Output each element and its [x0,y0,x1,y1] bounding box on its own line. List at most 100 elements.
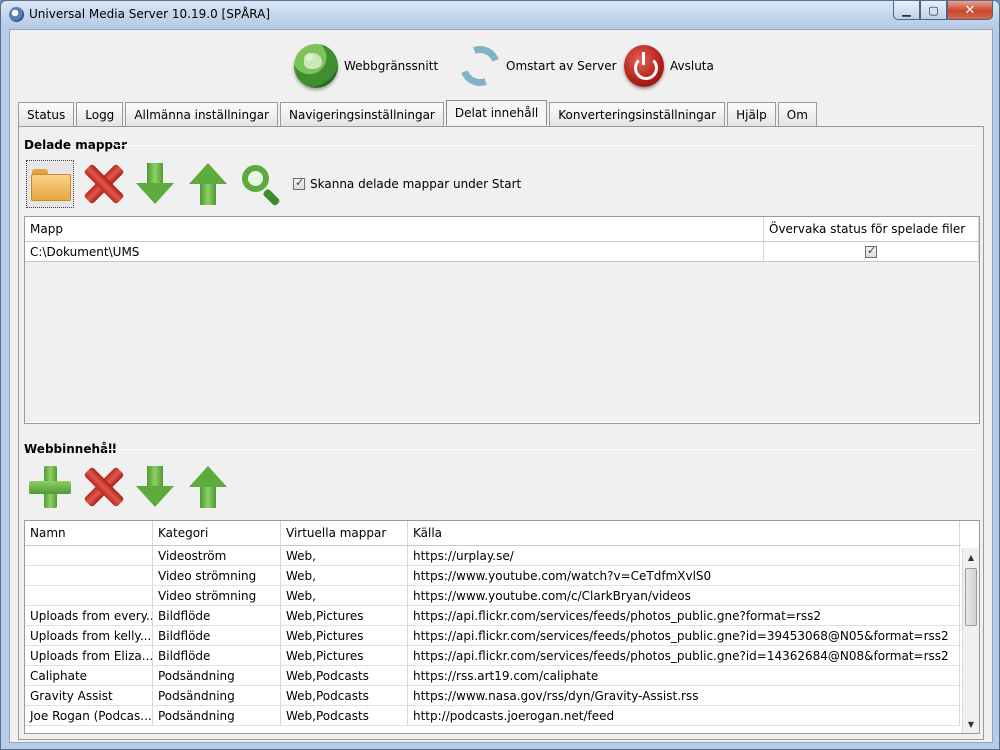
source-cell[interactable]: https://www.nasa.gov/rss/dyn/Gravity-Ass… [408,686,960,705]
table-row[interactable]: Gravity Assist Podsändning Web,Podcasts htt… [25,686,961,706]
table-row[interactable]: Videoström Web, https://urplay.se/ [25,546,961,566]
table-row[interactable]: C:\Dokument\UMS [25,242,979,262]
table-row[interactable]: Uploads from every... Bildflöde Web,Pictur… [25,606,961,626]
delete-x-icon [82,163,124,205]
virtual-folders-cell[interactable]: Web,Pictures [281,626,408,645]
category-cell[interactable]: Video strömning [153,586,281,605]
window-title: Universal Media Server 10.19.0 [SPÅRA] [29,7,271,21]
add-folder-button[interactable] [26,160,74,208]
close-button[interactable]: ✕ [947,1,993,20]
source-cell[interactable]: https://api.flickr.com/services/feeds/ph… [408,626,960,645]
source-cell[interactable]: https://www.youtube.com/watch?v=CeTdfmXv… [408,566,960,585]
add-web-content-button[interactable] [26,463,74,511]
scroll-thumb[interactable] [965,568,977,626]
tab-transcoding-settings[interactable]: Konverteringsinställningar [549,102,726,126]
minimize-button[interactable]: ▁ [893,1,920,20]
restart-server-button[interactable]: Omstart av Server [453,39,617,93]
column-folder[interactable]: Mapp [25,217,764,241]
name-cell[interactable] [25,566,153,585]
restart-icon [453,39,507,93]
tab-shared-content[interactable]: Delat innehåll [445,100,548,126]
tab-log[interactable]: Logg [76,102,124,126]
name-cell[interactable]: Joe Rogan (Podcas... [25,706,153,725]
category-cell[interactable]: Video strömning [153,566,281,585]
category-cell[interactable]: Bildflöde [153,646,281,665]
virtual-folders-cell[interactable]: Web,Pictures [281,646,408,665]
remove-web-content-button[interactable] [79,463,127,511]
maximize-button[interactable]: ▢ [920,1,947,20]
web-content-scrollbar[interactable]: ▲ ▼ [962,548,979,733]
tab-general-settings[interactable]: Allmänna inställningar [125,102,278,126]
web-interface-button[interactable]: Webbgränssnitt [294,43,438,89]
column-name[interactable]: Namn [25,521,153,545]
source-cell[interactable]: https://api.flickr.com/services/feeds/ph… [408,646,960,665]
main-toolbar: Webbgränssnitt Omstart av Server Avsluta [10,30,992,100]
name-cell[interactable] [25,546,153,565]
folder-path-cell[interactable]: C:\Dokument\UMS [25,242,764,261]
web-content-header: Namn Kategori Virtuella mappar Källa [25,521,961,546]
name-cell[interactable]: Uploads from every... [25,606,153,625]
table-row[interactable]: Uploads from kelly.... Bildflöde Web,Pictu… [25,626,961,646]
virtual-folders-cell[interactable]: Web, [281,586,408,605]
name-cell[interactable]: Gravity Assist [25,686,153,705]
category-cell[interactable]: Podsändning [153,686,281,705]
name-cell[interactable]: Caliphate [25,666,153,685]
virtual-folders-cell[interactable]: Web,Pictures [281,606,408,625]
remove-folder-button[interactable] [79,160,127,208]
move-folder-up-button[interactable] [184,160,232,208]
tab-help[interactable]: Hjälp [727,102,776,126]
source-cell[interactable]: https://www.youtube.com/c/ClarkBryan/vid… [408,586,960,605]
column-monitor-status[interactable]: Övervaka status för spelade filer [764,217,979,241]
category-cell[interactable]: Podsändning [153,706,281,725]
tab-status[interactable]: Status [18,102,75,126]
name-cell[interactable]: Uploads from kelly.... [25,626,153,645]
move-web-content-down-button[interactable] [131,463,179,511]
column-category[interactable]: Kategori [153,521,281,545]
scroll-down-icon[interactable]: ▼ [963,716,979,732]
tab-about[interactable]: Om [777,102,817,126]
category-cell[interactable]: Podsändning [153,666,281,685]
name-cell[interactable] [25,586,153,605]
close-icon: ✕ [964,2,976,18]
virtual-folders-cell[interactable]: Web,Podcasts [281,706,408,725]
column-virtual-folders[interactable]: Virtuella mappar [281,521,408,545]
arrow-down-icon [136,466,174,508]
table-row[interactable]: Video strömning Web, https://www.youtube.c… [25,586,961,606]
globe-icon [294,44,338,88]
app-icon [9,7,24,22]
category-cell[interactable]: Bildflöde [153,606,281,625]
column-source[interactable]: Källa [408,521,960,545]
source-cell[interactable]: https://rss.art19.com/caliphate [408,666,960,685]
arrow-up-icon [189,163,227,205]
plus-icon [29,466,71,508]
arrow-up-icon [189,466,227,508]
quit-button[interactable]: Avsluta [624,43,714,89]
virtual-folders-cell[interactable]: Web, [281,546,408,565]
monitor-checkbox[interactable] [865,244,877,258]
scan-folders-button[interactable] [237,160,285,208]
virtual-folders-cell[interactable]: Web,Podcasts [281,686,408,705]
source-cell[interactable]: https://urplay.se/ [408,546,960,565]
virtual-folders-cell[interactable]: Web, [281,566,408,585]
table-row[interactable]: Caliphate Podsändning Web,Podcasts https://… [25,666,961,686]
source-cell[interactable]: http://podcasts.joerogan.net/feed [408,706,960,725]
power-icon [624,45,664,87]
move-web-content-up-button[interactable] [184,463,232,511]
table-row[interactable]: Joe Rogan (Podcas... Podsändning Web,Podca… [25,706,961,726]
tab-navigation-settings[interactable]: Navigeringsinställningar [279,102,444,126]
scan-on-start-option[interactable]: Skanna delade mappar under Start [293,176,521,191]
source-cell[interactable]: https://api.flickr.com/services/feeds/ph… [408,606,960,625]
move-folder-down-button[interactable] [131,160,179,208]
shared-folders-separator [115,145,977,146]
title-bar[interactable]: Universal Media Server 10.19.0 [SPÅRA] ▁… [1,1,999,29]
category-cell[interactable]: Videoström [153,546,281,565]
virtual-folders-cell[interactable]: Web,Podcasts [281,666,408,685]
scan-on-start-checkbox[interactable] [293,176,305,190]
monitor-cell[interactable] [764,242,979,261]
name-cell[interactable]: Uploads from Eliza... [25,646,153,665]
scroll-up-icon[interactable]: ▲ [963,549,979,565]
category-cell[interactable]: Bildflöde [153,626,281,645]
shared-content-panel: Delade mappar Skanna delade mappar under… [18,126,984,740]
table-row[interactable]: Uploads from Eliza... Bildflöde Web,Pictur… [25,646,961,666]
table-row[interactable]: Video strömning Web, https://www.youtube.c… [25,566,961,586]
